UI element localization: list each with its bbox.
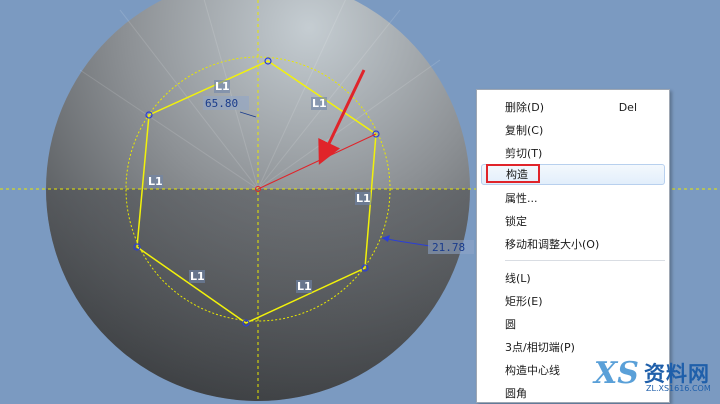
constraint-label: L1 xyxy=(297,280,312,293)
menu-item-copy[interactable]: 复制(C) xyxy=(481,120,665,141)
constraint-label: L1 xyxy=(190,270,205,283)
menu-item-label: 构造中心线 xyxy=(505,364,560,377)
watermark-url: ZL.XS1616.COM xyxy=(646,384,711,393)
menu-item-line[interactable]: 线(L) xyxy=(481,268,665,289)
dimension-radius-value[interactable]: 21.78 xyxy=(432,241,465,254)
menu-item-properties[interactable]: 属性... xyxy=(481,188,665,209)
menu-item-label: 锁定 xyxy=(505,215,527,228)
constraint-label: L1 xyxy=(215,80,230,93)
menu-item-lock[interactable]: 锁定 xyxy=(481,211,665,232)
menu-item-label: 剪切(T) xyxy=(505,147,543,160)
menu-item-shortcut: Del xyxy=(618,101,637,114)
menu-item-label: 圆 xyxy=(505,318,516,331)
menu-item-label: 属性... xyxy=(505,192,538,205)
menu-separator xyxy=(505,260,665,261)
watermark: XS 资料网 ZL.XS1616.COM xyxy=(580,350,720,401)
constraint-label: L1 xyxy=(312,97,327,110)
menu-item-label: 删除(D) xyxy=(505,101,545,114)
menu-item-move-resize[interactable]: 移动和调整大小(O) xyxy=(481,234,665,255)
constraint-label: L1 xyxy=(148,175,163,188)
dimension-diameter-value[interactable]: 65.80 xyxy=(205,97,238,110)
menu-item-label: 3点/相切端(P) xyxy=(505,341,575,354)
menu-item-circle[interactable]: 圆 xyxy=(481,314,665,335)
menu-item-delete[interactable]: 删除(D) Del xyxy=(481,97,665,118)
menu-item-label: 矩形(E) xyxy=(505,295,543,308)
menu-item-label: 线(L) xyxy=(505,272,531,285)
menu-item-rectangle[interactable]: 矩形(E) xyxy=(481,291,665,312)
annotation-highlight-box xyxy=(486,164,540,183)
watermark-logo: XS xyxy=(594,356,639,391)
constraint-label: L1 xyxy=(356,192,371,205)
menu-item-construction[interactable]: 构造 xyxy=(481,164,665,185)
menu-item-label: 移动和调整大小(O) xyxy=(505,238,600,251)
menu-item-label: 圆角 xyxy=(505,387,527,400)
menu-item-label: 复制(C) xyxy=(505,124,544,137)
menu-item-cut[interactable]: 剪切(T) xyxy=(481,143,665,164)
